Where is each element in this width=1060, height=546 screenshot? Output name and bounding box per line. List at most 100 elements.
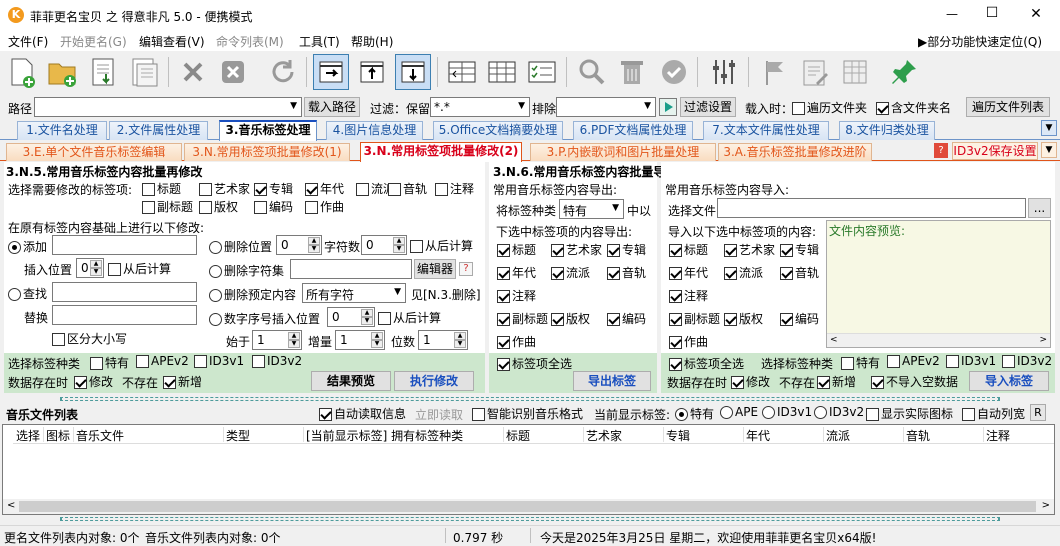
col-tag-types[interactable]: [当前显示标签] 拥有标签种类 xyxy=(306,427,463,444)
col-track[interactable]: 音轨 xyxy=(906,427,930,444)
flag-icon[interactable] xyxy=(756,54,792,90)
field-copyright-checkbox[interactable]: 版权 xyxy=(199,198,238,215)
charset-input[interactable] xyxy=(290,259,412,279)
col-title[interactable]: 标题 xyxy=(506,427,530,444)
edit-document-icon[interactable] xyxy=(797,54,833,90)
replace-text-input[interactable] xyxy=(52,305,197,325)
help-icon[interactable]: ? xyxy=(459,262,473,276)
tagtype-id3v1-checkbox[interactable]: ID3v1 xyxy=(194,354,244,368)
import-tagtype-id3v2-checkbox[interactable]: ID3v2 xyxy=(1002,354,1052,368)
filter-keep-combobox[interactable]: *.* ▼ xyxy=(430,97,530,117)
auto-column-width-checkbox[interactable]: 自动列宽 xyxy=(962,405,1025,422)
show-real-icon-checkbox[interactable]: 显示实际图标 xyxy=(866,405,953,422)
export-copyright-checkbox[interactable]: 版权 xyxy=(551,310,590,327)
no-empty-data-checkbox[interactable]: 不导入空数据 xyxy=(871,373,958,390)
preset-combobox[interactable]: 所有字符 ▼ xyxy=(302,283,406,303)
auto-read-checkbox[interactable]: 自动读取信息 xyxy=(319,405,406,422)
export-tagtype-combobox[interactable]: 特有 ▼ xyxy=(559,199,624,219)
col-comment[interactable]: 注释 xyxy=(986,427,1010,444)
import-composer-checkbox[interactable]: 作曲 xyxy=(669,333,708,350)
field-year-checkbox[interactable]: 年代 xyxy=(305,180,344,197)
col-album[interactable]: 专辑 xyxy=(666,427,690,444)
delete-icon[interactable] xyxy=(175,54,211,90)
import-list-icon[interactable] xyxy=(86,54,122,90)
import-file-input[interactable] xyxy=(717,198,1026,218)
field-album-checkbox[interactable]: 专辑 xyxy=(254,180,293,197)
export-artist-checkbox[interactable]: 艺术家 xyxy=(551,241,602,258)
settings-sliders-icon[interactable] xyxy=(706,54,742,90)
browse-button[interactable]: ... xyxy=(1028,198,1051,218)
col-select[interactable]: 选择 xyxy=(16,427,40,444)
refresh-icon[interactable] xyxy=(265,54,301,90)
digits-stepper[interactable]: 1 ▲ ▼ xyxy=(418,330,468,350)
tab-file-attributes[interactable]: 2.文件属性处理 xyxy=(109,121,208,140)
delete-position-radio[interactable]: 删除位置 xyxy=(209,238,272,255)
execute-modify-button[interactable]: 执行修改 xyxy=(394,371,474,391)
clear-icon[interactable] xyxy=(215,54,251,90)
show-ape-radio[interactable]: APE xyxy=(720,405,758,419)
walk-file-list-button[interactable]: 遍历文件列表 xyxy=(966,97,1050,117)
import-title-checkbox[interactable]: 标题 xyxy=(669,241,708,258)
export-album-checkbox[interactable]: 专辑 xyxy=(607,241,646,258)
tab-image-info[interactable]: 4.图片信息处理 xyxy=(326,121,423,140)
exclude-combobox[interactable]: ▼ xyxy=(556,97,656,117)
confirm-icon[interactable] xyxy=(656,54,692,90)
show-native-radio[interactable]: 特有 xyxy=(675,405,714,422)
insert-from-end-checkbox[interactable]: 从后计算 xyxy=(108,260,171,277)
delete-count-stepper[interactable]: 0 ▲ ▼ xyxy=(361,235,407,255)
editor-button[interactable]: 编辑器 xyxy=(414,259,456,279)
show-id3v1-radio[interactable]: ID3v1 xyxy=(762,405,812,419)
preview-result-button[interactable]: 结果预览 xyxy=(311,371,391,391)
col-artist[interactable]: 艺术家 xyxy=(586,427,622,444)
export-title-checkbox[interactable]: 标题 xyxy=(497,241,536,258)
grid-view-icon[interactable] xyxy=(484,54,520,90)
tab-music-tags[interactable]: 3.音乐标签处理 xyxy=(219,120,317,141)
subtab-advanced[interactable]: 3.A.音乐标签批量修改进阶 xyxy=(718,143,872,161)
layout-left-icon[interactable] xyxy=(313,54,349,90)
path-combobox[interactable]: ▼ xyxy=(34,97,302,117)
subtabs-dropdown-icon[interactable]: ▼ xyxy=(1041,142,1057,158)
music-file-table[interactable]: 选择 图标 音乐文件 类型 [当前显示标签] 拥有标签种类 标题 艺术家 专辑 … xyxy=(2,424,1055,515)
import-genre-checkbox[interactable]: 流派 xyxy=(724,264,763,281)
close-button[interactable]: ✕ xyxy=(1026,6,1046,22)
import-encoding-checkbox[interactable]: 编码 xyxy=(780,310,819,327)
field-encoding-checkbox[interactable]: 编码 xyxy=(254,198,293,215)
number-from-end-checkbox[interactable]: 从后计算 xyxy=(378,309,441,326)
case-sensitive-checkbox[interactable]: 区分大小写 xyxy=(52,330,127,347)
menu-edit-view[interactable]: 编辑查看(V) xyxy=(139,33,205,50)
walk-folders-checkbox[interactable]: 遍历文件夹 xyxy=(792,99,867,116)
import-new-add-checkbox[interactable]: 新增 xyxy=(817,373,856,390)
col-music-file[interactable]: 音乐文件 xyxy=(76,427,124,444)
field-title-checkbox[interactable]: 标题 xyxy=(142,180,181,197)
export-track-checkbox[interactable]: 音轨 xyxy=(607,264,646,281)
col-icon[interactable]: 图标 xyxy=(46,427,70,444)
load-path-button[interactable]: 载入路径 xyxy=(304,97,360,117)
import-tagtype-apev2-checkbox[interactable]: APEv2 xyxy=(887,354,940,368)
export-comment-checkbox[interactable]: 注释 xyxy=(497,287,536,304)
insert-position-stepper[interactable]: 0 ▲ ▼ xyxy=(76,258,104,278)
export-list-icon[interactable] xyxy=(126,54,162,90)
add-radio[interactable]: 添加 xyxy=(8,238,47,255)
col-genre[interactable]: 流派 xyxy=(826,427,850,444)
import-track-checkbox[interactable]: 音轨 xyxy=(780,264,819,281)
field-subtitle-checkbox[interactable]: 副标题 xyxy=(142,198,193,215)
search-icon[interactable] xyxy=(573,54,609,90)
tab-text-attributes[interactable]: 7.文本文件属性处理 xyxy=(703,121,829,140)
number-position-stepper[interactable]: 0 ▲ ▼ xyxy=(327,307,375,327)
subtab-single-edit[interactable]: 3.E.单个文件音乐标签编辑 xyxy=(6,143,182,161)
subtab-batch-2[interactable]: 3.N.常用标签项批量修改(2) xyxy=(360,142,522,162)
checklist-icon[interactable] xyxy=(524,54,560,90)
import-modify-checkbox[interactable]: 修改 xyxy=(731,373,770,390)
export-composer-checkbox[interactable]: 作曲 xyxy=(497,333,536,350)
tab-pdf-attributes[interactable]: 6.PDF文档属性处理 xyxy=(573,121,693,140)
menu-tools[interactable]: 工具(T) xyxy=(299,33,340,50)
import-year-checkbox[interactable]: 年代 xyxy=(669,264,708,281)
id3v2-save-settings-button[interactable]: ID3v2保存设置 xyxy=(952,142,1038,160)
bottom-splitter-handle[interactable] xyxy=(60,517,1000,521)
pin-icon[interactable] xyxy=(886,54,922,90)
subtab-lyrics-images[interactable]: 3.P.内嵌歌词和图片批量处理 xyxy=(530,143,716,161)
table-scrollbar[interactable]: < > xyxy=(3,499,1054,514)
subtab-batch-1[interactable]: 3.N.常用标签项批量修改(1) xyxy=(184,143,350,161)
export-genre-checkbox[interactable]: 流派 xyxy=(551,264,590,281)
menu-help[interactable]: 帮助(H) xyxy=(351,33,393,50)
